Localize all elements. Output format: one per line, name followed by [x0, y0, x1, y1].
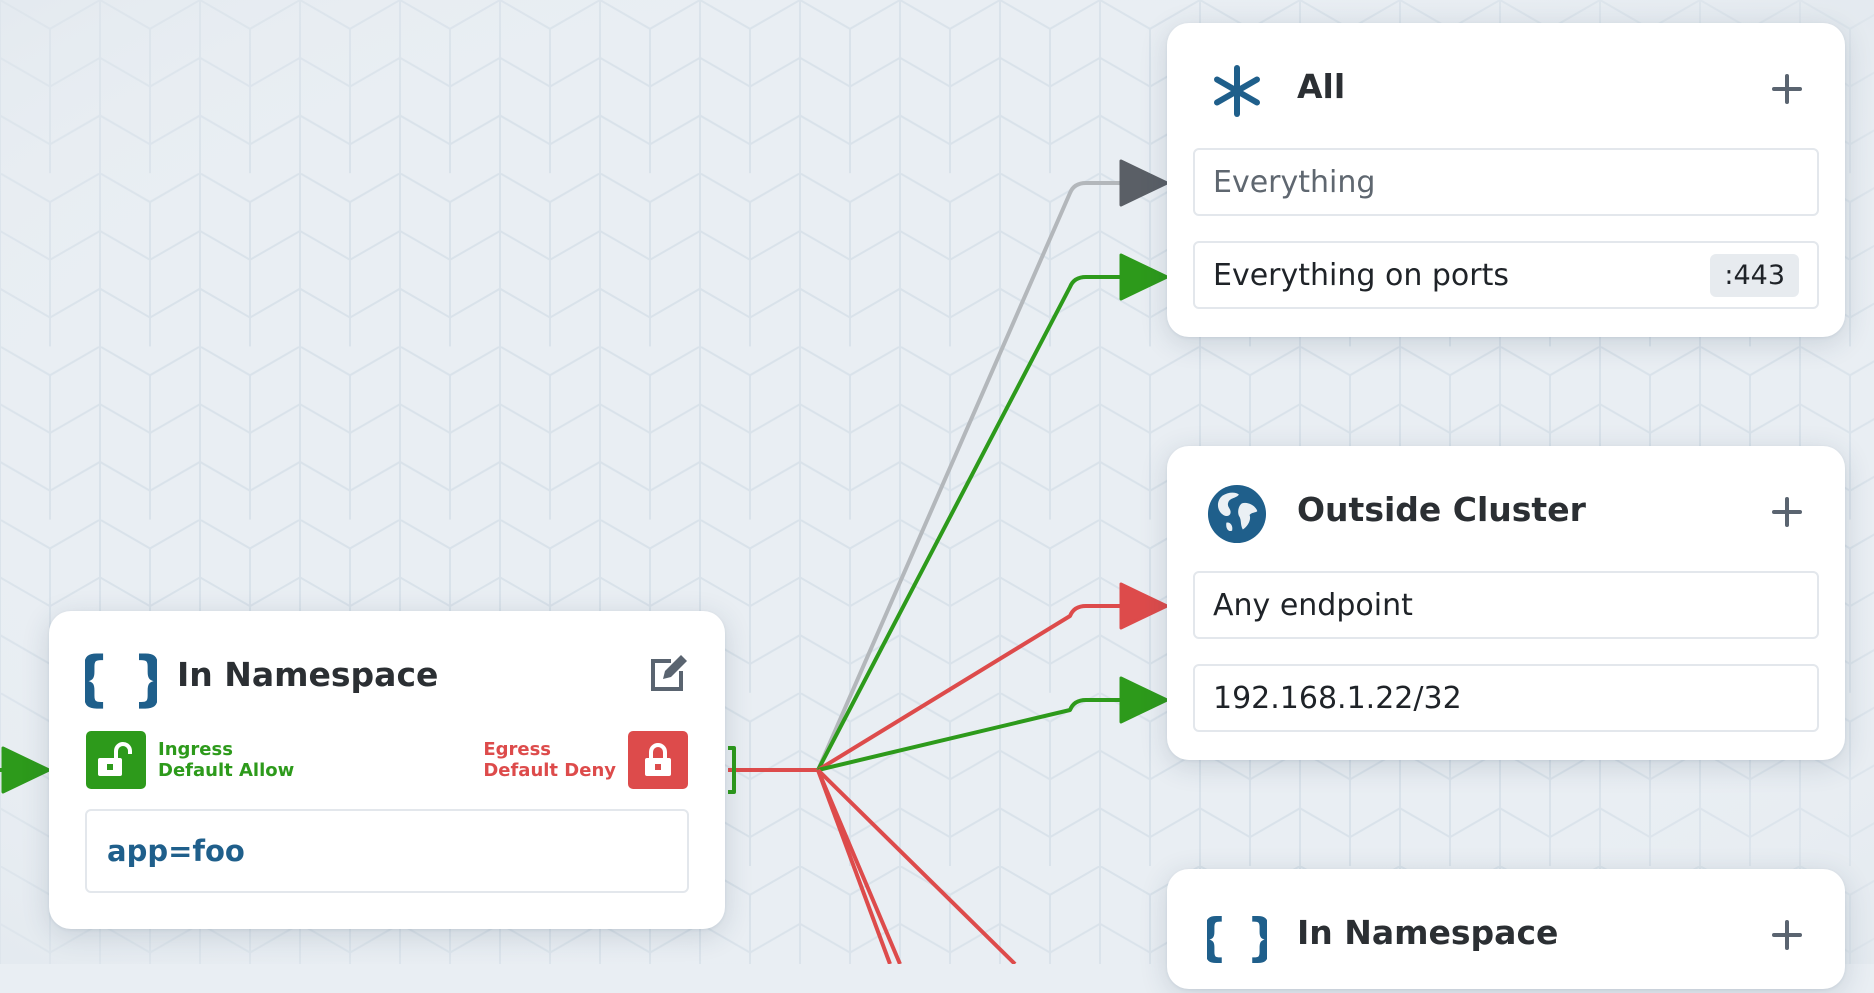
rule-row-cidr[interactable]: 192.168.1.22/32: [1193, 664, 1819, 732]
selector-label-row[interactable]: app=foo: [85, 809, 689, 893]
edge-down-2: [816, 769, 902, 964]
node-title: In Namespace: [177, 655, 439, 694]
node-title: All: [1297, 67, 1346, 106]
rule-row-everything-on-ports[interactable]: Everything on ports :443: [1193, 241, 1819, 309]
ingress-default: Default Allow: [158, 760, 295, 781]
edge-to-everything: [816, 181, 1140, 771]
port-tag: :443: [1710, 253, 1799, 297]
edge-to-everything-on-ports: [816, 275, 1140, 771]
globe-icon: [1207, 484, 1267, 544]
braces-icon: { }: [85, 645, 157, 711]
unlock-icon: [86, 731, 146, 789]
edit-icon[interactable]: [645, 649, 693, 697]
rule-text: Everything on ports: [1213, 257, 1509, 293]
ingress-edge-arrow: [1, 746, 51, 794]
egress-label: Egress: [483, 739, 552, 760]
ingress-policy-badge[interactable]: Ingress Default Allow: [86, 731, 294, 789]
source-node-in-namespace[interactable]: { } In Namespace Ingress Default Allow E…: [49, 611, 725, 929]
edge-to-cidr: [817, 698, 1140, 772]
target-node-outside-cluster[interactable]: Outside Cluster Any endpoint 192.168.1.2…: [1167, 446, 1845, 760]
edge-to-cidr-arrow: [1119, 676, 1169, 724]
target-node-all[interactable]: All Everything Everything on ports :443: [1167, 23, 1845, 337]
edge-to-any-endpoint-arrow: [1119, 582, 1169, 630]
braces-icon: { }: [1207, 907, 1267, 967]
selector-label: app=foo: [107, 834, 245, 868]
target-node-in-namespace[interactable]: { } In Namespace: [1167, 869, 1845, 989]
lock-icon: [628, 731, 688, 789]
svg-text:{ }: { }: [1207, 908, 1267, 967]
rule-text: Any endpoint: [1213, 587, 1413, 623]
svg-text:{ }: { }: [85, 645, 157, 711]
egress-policy-badge[interactable]: Egress Default Deny: [483, 731, 688, 789]
node-title: In Namespace: [1297, 913, 1559, 952]
egress-default: Default Deny: [483, 760, 616, 781]
asterisk-icon: [1207, 61, 1267, 121]
rule-row-everything[interactable]: Everything: [1193, 148, 1819, 216]
plus-icon[interactable]: [1767, 492, 1807, 532]
node-title: Outside Cluster: [1297, 490, 1586, 529]
ingress-label: Ingress: [158, 739, 233, 760]
plus-icon[interactable]: [1767, 69, 1807, 109]
rule-text: Everything: [1213, 164, 1376, 200]
edge-to-everything-arrow: [1119, 159, 1169, 207]
plus-icon[interactable]: [1767, 915, 1807, 955]
rule-row-any-endpoint[interactable]: Any endpoint: [1193, 571, 1819, 639]
edge-to-any-endpoint: [816, 604, 1140, 772]
edge-down-3: [816, 768, 1017, 964]
edge-to-everything-on-ports-arrow: [1119, 253, 1169, 301]
rule-text: 192.168.1.22/32: [1213, 680, 1462, 716]
